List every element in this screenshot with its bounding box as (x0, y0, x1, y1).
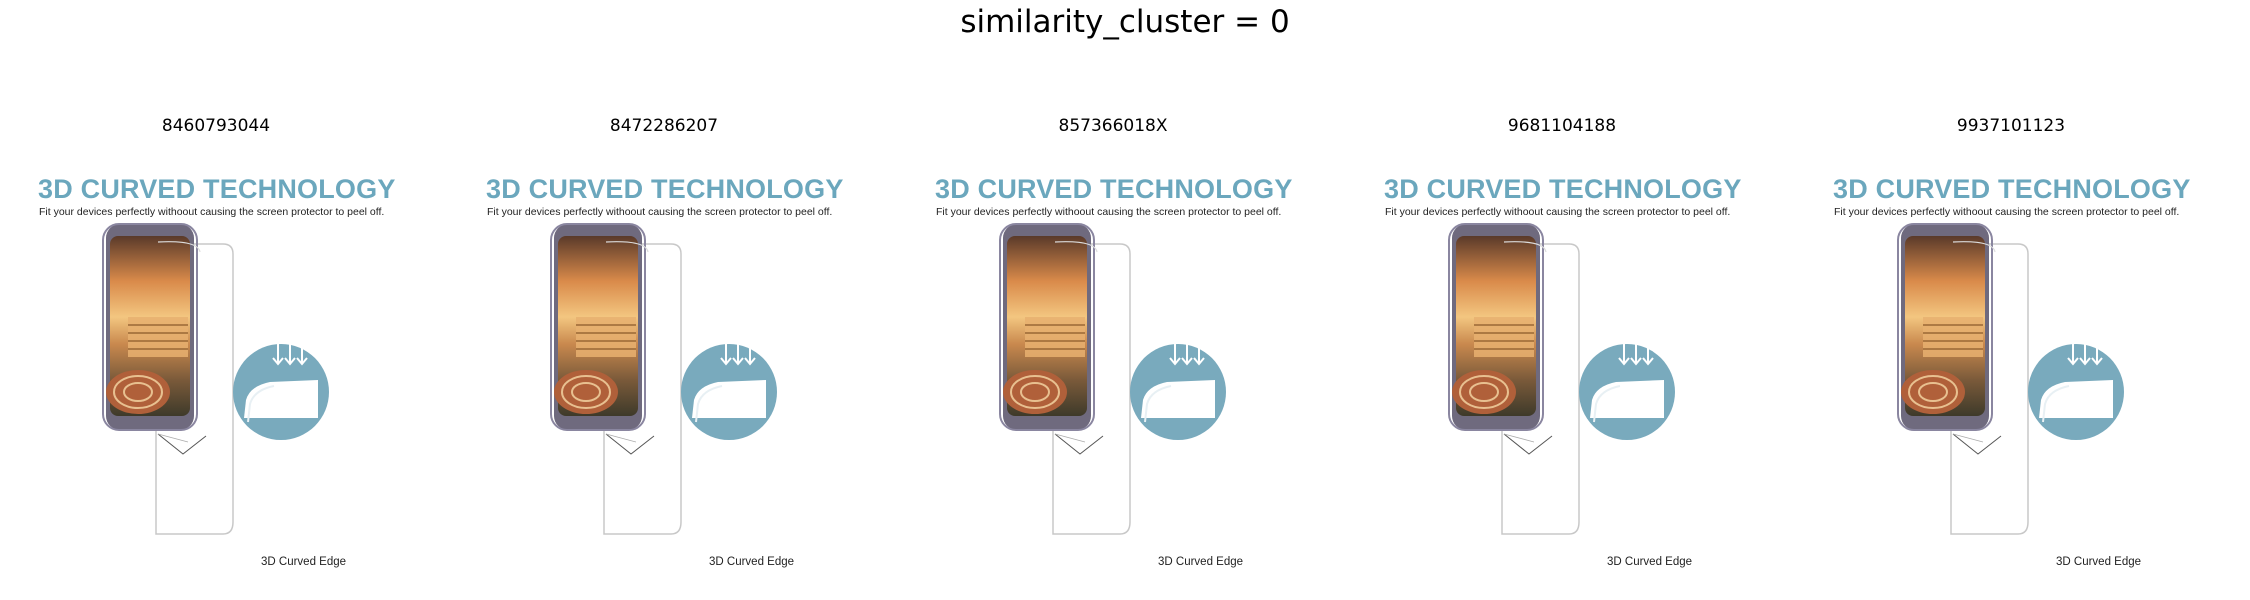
edge-caption: 3D Curved Edge (2056, 556, 2142, 568)
curved-edge-icon (1130, 342, 1226, 440)
image-subline: Fit your devices perfectly withoout caus… (1834, 206, 2180, 218)
edge-caption: 3D Curved Edge (1158, 556, 1244, 568)
image-headline: 3D CURVED TECHNOLOGY (486, 174, 844, 204)
panel-id-label: 857366018X (1058, 116, 1168, 136)
panel-id-label: 8460793044 (161, 116, 271, 136)
edge-caption: 3D Curved Edge (709, 556, 795, 568)
product-image: 3D CURVED TECHNOLOGY Fit your devices pe… (486, 162, 844, 582)
image-subline: Fit your devices perfectly withoout caus… (39, 206, 385, 218)
product-panel: 9937101123 3D CURVED TECHNOLOGY Fit your… (1833, 112, 2191, 582)
curved-edge-icon (2028, 342, 2124, 440)
product-image: 3D CURVED TECHNOLOGY Fit your devices pe… (1833, 162, 2191, 582)
image-headline: 3D CURVED TECHNOLOGY (38, 174, 396, 204)
image-subline: Fit your devices perfectly withoout caus… (487, 206, 833, 218)
curved-edge-icon (1579, 342, 1675, 440)
product-panel: 9681104188 3D CURVED TECHNOLOGY Fit your… (1384, 112, 1742, 582)
product-panel: 857366018X 3D CURVED TECHNOLOGY Fit your… (935, 112, 1293, 582)
product-image: 3D CURVED TECHNOLOGY Fit your devices pe… (1384, 162, 1742, 582)
curved-edge-icon (681, 342, 777, 440)
image-headline: 3D CURVED TECHNOLOGY (935, 174, 1293, 204)
product-image: 3D CURVED TECHNOLOGY Fit your devices pe… (935, 162, 1293, 582)
image-headline: 3D CURVED TECHNOLOGY (1833, 174, 2191, 204)
product-image: 3D CURVED TECHNOLOGY Fit your devices pe… (38, 162, 396, 582)
edge-caption: 3D Curved Edge (1607, 556, 1693, 568)
image-subline: Fit your devices perfectly withoout caus… (1385, 206, 1731, 218)
panel-id-label: 9681104188 (1507, 116, 1617, 136)
product-panel: 8472286207 3D CURVED TECHNOLOGY Fit your… (486, 112, 844, 582)
panel-id-label: 9937101123 (1956, 116, 2066, 136)
image-subline: Fit your devices perfectly withoout caus… (936, 206, 1282, 218)
product-panel: 8460793044 3D CURVED TECHNOLOGY Fit your… (38, 112, 396, 582)
edge-caption: 3D Curved Edge (261, 556, 347, 568)
image-headline: 3D CURVED TECHNOLOGY (1384, 174, 1742, 204)
panel-id-label: 8472286207 (609, 116, 719, 136)
curved-edge-icon (233, 342, 329, 440)
figure-title: similarity_cluster = 0 (960, 4, 1290, 40)
